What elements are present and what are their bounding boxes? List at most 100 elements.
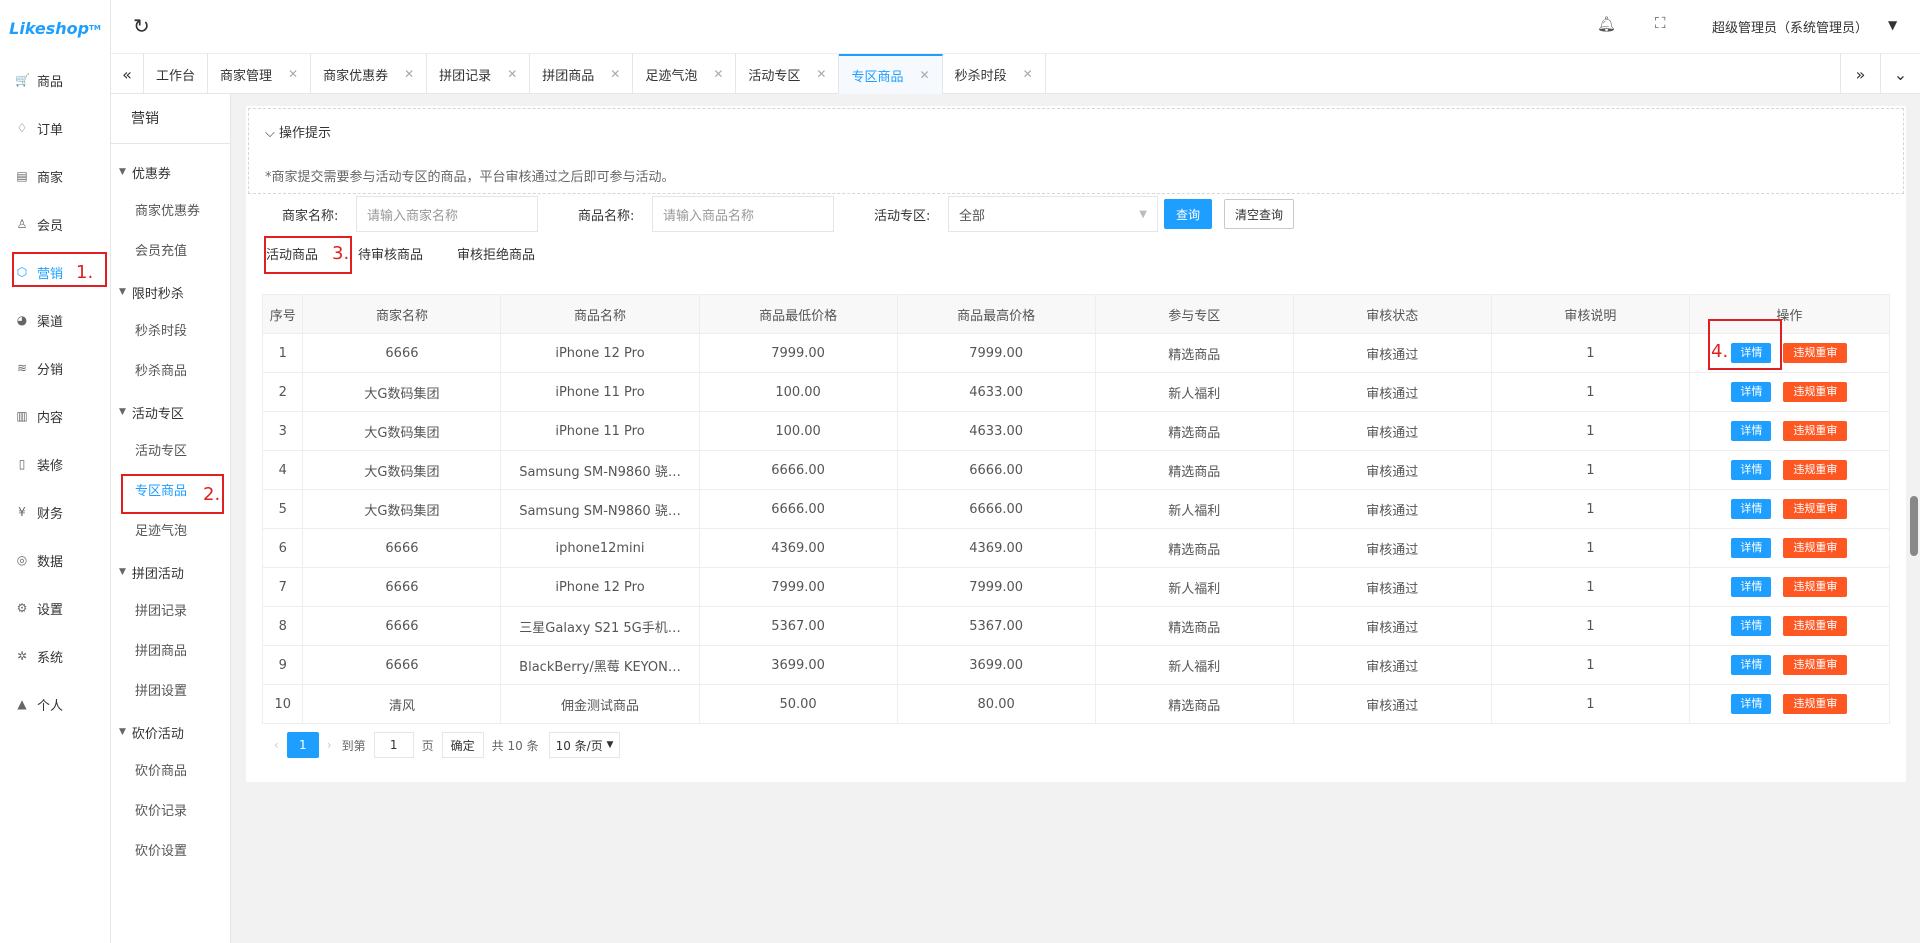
sub-nav-item[interactable]: 活动专区 [111,432,230,472]
table-cell: 新人福利 [1094,489,1294,529]
tab-item[interactable]: 商家优惠券 ✕ [311,54,428,94]
violation-review-button[interactable]: 违规重审 [1783,343,1848,363]
user-name[interactable]: 超级管理员（系统管理员） [1712,17,1868,36]
goto-page-input[interactable]: 1 [373,732,414,758]
nav-item[interactable]: ♢ 订单 [0,104,110,152]
refresh-icon[interactable]: ↻ [133,14,150,38]
sub-nav-item[interactable]: 秒杀时段 [111,312,230,352]
violation-review-button[interactable]: 违规重审 [1783,421,1848,441]
sub-nav-item[interactable]: 砍价商品 [111,752,230,792]
tips-box: ⌵ 操作提示 *商家提交需要参与活动专区的商品，平台审核通过之后即可参与活动。 [248,108,1904,194]
nav-item[interactable]: ≋ 分销 [0,344,110,392]
goods-name-input[interactable]: 请输入商品名称 [652,196,834,232]
goto-confirm-button[interactable]: 确定 [441,732,484,758]
nav-item[interactable]: ▤ 商家 [0,152,110,200]
sub-nav-item[interactable]: 拼团商品 [111,632,230,672]
shop-name-input[interactable]: 请输入商家名称 [356,196,538,232]
table-cell: 6666 [302,567,502,607]
query-button[interactable]: 查询 [1164,199,1212,229]
table-cell: 6666.00 [896,489,1096,529]
sub-nav-item[interactable]: 会员充值 [111,232,230,272]
tab-rejected-goods[interactable]: 审核拒绝商品 [457,244,535,263]
nav-item[interactable]: ▥ 内容 [0,392,110,440]
violation-review-button[interactable]: 违规重审 [1783,538,1848,558]
sub-nav-item[interactable]: 砍价记录 [111,792,230,832]
page-unit-label: 页 [421,738,434,753]
tab-item[interactable]: 拼团商品 ✕ [530,54,634,94]
table-cell: 3699.00 [698,645,898,685]
sub-nav-item[interactable]: 足迹气泡 [111,512,230,552]
tab-item[interactable]: 秒杀时段 ✕ [943,54,1046,94]
close-icon[interactable]: ✕ [816,67,826,81]
close-icon[interactable]: ✕ [920,68,930,82]
sub-nav-item[interactable]: 秒杀商品 [111,352,230,392]
tips-header[interactable]: ⌵ 操作提示 [265,122,331,141]
sub-nav-group[interactable]: ▼ 限时秒杀 [111,272,230,312]
table-cell: 4369.00 [698,528,898,568]
close-icon[interactable]: ✕ [288,67,298,81]
page-number[interactable]: 1 [286,732,319,758]
nav-item[interactable]: ▲ 个人 [0,680,110,728]
nav-item[interactable]: ⚙ 设置 [0,584,110,632]
tab-item[interactable]: 工作台 [144,54,209,94]
detail-button[interactable]: 详情 [1731,538,1772,558]
scrollbar-thumb[interactable] [1910,496,1918,556]
tab-item[interactable]: 专区商品 ✕ [839,54,943,94]
next-page-icon[interactable]: › [327,738,332,752]
violation-review-button[interactable]: 违规重审 [1783,499,1848,519]
detail-button[interactable]: 详情 [1731,655,1772,675]
tab-pending-goods[interactable]: 待审核商品 [358,244,423,263]
tab-item[interactable]: 拼团记录 ✕ [427,54,531,94]
nav-item[interactable]: ♙ 会员 [0,200,110,248]
tab-next-icon[interactable]: » [1840,54,1880,94]
tab-prev-icon[interactable]: « [111,54,144,94]
tab-item[interactable]: 活动专区 ✕ [736,54,840,94]
nav-item[interactable]: ◕ 渠道 [0,296,110,344]
sub-nav-group[interactable]: ▼ 拼团活动 [111,552,230,592]
detail-button[interactable]: 详情 [1731,382,1772,402]
sub-nav-item[interactable]: 拼团设置 [111,672,230,712]
detail-button[interactable]: 详情 [1731,421,1772,441]
sub-nav-item[interactable]: 商家优惠券 [111,192,230,232]
detail-button[interactable]: 详情 [1731,616,1772,636]
close-icon[interactable]: ✕ [713,67,723,81]
close-icon[interactable]: ✕ [507,67,517,81]
user-dropdown-icon[interactable]: ▼ [1888,18,1897,32]
violation-review-button[interactable]: 违规重审 [1783,694,1848,714]
bell-icon[interactable]: 🔔︎ [1597,15,1616,33]
page-size-select[interactable]: 10 条/页 ▼ [548,732,621,758]
close-icon[interactable]: ✕ [1023,67,1033,81]
detail-button[interactable]: 详情 [1731,694,1772,714]
tab-item[interactable]: 商家管理 ✕ [208,54,312,94]
sub-nav-item[interactable]: 砍价设置 [111,832,230,872]
nav-item[interactable]: ¥ 财务 [0,488,110,536]
table-cell: 4 [261,450,304,490]
violation-review-button[interactable]: 违规重审 [1783,655,1848,675]
violation-review-button[interactable]: 违规重审 [1783,460,1848,480]
nav-item[interactable]: ◎ 数据 [0,536,110,584]
violation-review-button[interactable]: 违规重审 [1783,616,1848,636]
sub-nav-group[interactable]: ▼ 优惠券 [111,152,230,192]
detail-button[interactable]: 详情 [1731,460,1772,480]
table-cell: iPhone 11 Pro [500,411,700,451]
tab-item[interactable]: 足迹气泡 ✕ [633,54,737,94]
violation-review-button[interactable]: 违规重审 [1783,577,1848,597]
sub-nav-item[interactable]: 拼团记录 [111,592,230,632]
tab-menu-icon[interactable]: ⌄ [1880,54,1920,94]
nav-item[interactable]: ▯ 装修 [0,440,110,488]
prev-page-icon[interactable]: ‹ [274,738,279,752]
area-select[interactable]: 全部 ▼ [948,196,1158,232]
table-cell: 6666.00 [896,450,1096,490]
fullscreen-icon[interactable]: ⛶ [1655,14,1666,32]
sub-nav-group[interactable]: ▼ 砍价活动 [111,712,230,752]
nav-item[interactable]: 🛒 商品 [0,56,110,104]
chevron-down-icon: ⌵ [265,126,279,141]
violation-review-button[interactable]: 违规重审 [1783,382,1848,402]
nav-item[interactable]: ✲ 系统 [0,632,110,680]
detail-button[interactable]: 详情 [1731,577,1772,597]
close-icon[interactable]: ✕ [404,67,414,81]
detail-button[interactable]: 详情 [1731,499,1772,519]
clear-query-button[interactable]: 清空查询 [1224,199,1294,229]
sub-nav-group[interactable]: ▼ 活动专区 [111,392,230,432]
close-icon[interactable]: ✕ [610,67,620,81]
